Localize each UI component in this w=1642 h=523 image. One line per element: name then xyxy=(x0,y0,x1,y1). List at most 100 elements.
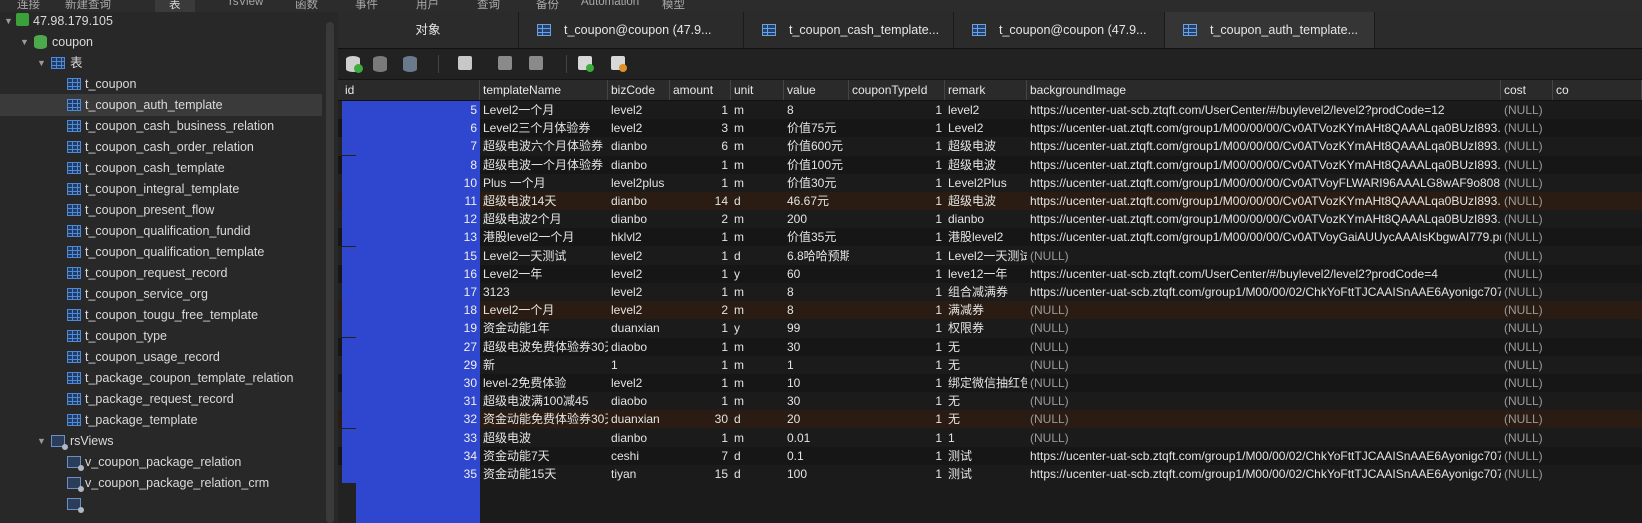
cell-templateName[interactable]: 超级电波满100减45 xyxy=(480,392,608,410)
cell-bizCode[interactable]: 1 xyxy=(608,356,670,374)
cell-couponTypeId[interactable]: 1 xyxy=(849,319,945,337)
cell-templateName[interactable]: Level2一天测试 xyxy=(480,247,608,265)
cell-amount[interactable]: 1 xyxy=(670,356,731,374)
cell-backgroundImage[interactable]: https://ucenter-uat.ztqft.com/group1/M00… xyxy=(1027,137,1501,155)
table-row[interactable]: 31 超级电波满100减45 diaobo 1 m 30 1 无 (NULL) (NULL) xyxy=(338,392,1642,411)
cell-unit[interactable]: m xyxy=(731,429,784,447)
cell-couponTypeId[interactable]: 1 xyxy=(849,192,945,210)
cell-cost[interactable]: (NULL) xyxy=(1501,228,1553,246)
tab-1[interactable]: t_coupon@coupon (47.9... xyxy=(519,12,744,48)
cell-amount[interactable]: 1 xyxy=(670,374,731,392)
menu-item-2[interactable]: 表 xyxy=(155,0,195,12)
cell-unit[interactable]: m xyxy=(731,283,784,301)
cell-unit[interactable]: d xyxy=(731,192,784,210)
cell-unit[interactable]: m xyxy=(731,174,784,192)
sidebar-view-v_coupon_package_relation_crm[interactable]: v_coupon_package_relation_crm xyxy=(0,472,322,494)
table-row[interactable]: 35 资金动能15天 tiyan 15 d 100 1 测试 https://ucenter-u… xyxy=(338,465,1642,483)
cell-backgroundImage[interactable]: (NULL) xyxy=(1027,392,1501,410)
cell-cost[interactable]: (NULL) xyxy=(1501,410,1553,428)
cell-templateName[interactable]: 超级电波 xyxy=(480,429,608,447)
cell-couponTypeId[interactable]: 1 xyxy=(849,137,945,155)
cell-value[interactable]: 10 xyxy=(784,374,849,392)
cell-bizCode[interactable]: level2 xyxy=(608,247,670,265)
cell-id[interactable]: 30 xyxy=(342,374,480,392)
cell-bizCode[interactable]: hklvl2 xyxy=(608,228,670,246)
cell-unit[interactable]: y xyxy=(731,319,784,337)
cell-backgroundImage[interactable]: https://ucenter-uat-scb.ztqft.com/group1… xyxy=(1027,447,1501,465)
column-header-backgroundImage[interactable]: backgroundImage xyxy=(1027,80,1501,100)
table-row[interactable]: 27 超级电波免费体验券30天 diaobo 1 m 30 1 无 (NULL) (NULL) xyxy=(338,337,1642,356)
cell-cost[interactable]: (NULL) xyxy=(1501,210,1553,228)
cell-remark[interactable]: 无 xyxy=(945,410,1027,428)
table-row[interactable]: 18 Level2一个月 level2 2 m 8 1 满减券 (NULL) (NULL) xyxy=(338,301,1642,320)
cell-id[interactable]: 18 xyxy=(342,301,480,320)
cell-cost[interactable]: (NULL) xyxy=(1501,338,1553,356)
cell-couponTypeId[interactable]: 1 xyxy=(849,374,945,392)
menu-item-1[interactable]: 新建查询 xyxy=(65,0,111,12)
cell-remark[interactable]: 组合减满券 xyxy=(945,283,1027,301)
cell-remark[interactable]: leve12一年 xyxy=(945,265,1027,283)
cell-value[interactable]: 价值75元 xyxy=(784,119,849,137)
sidebar-table-t_coupon_usage_record[interactable]: t_coupon_usage_record xyxy=(0,346,322,368)
cell-id[interactable]: 6 xyxy=(342,119,480,138)
cell-couponTypeId[interactable]: 1 xyxy=(849,210,945,228)
table-row[interactable]: 19 资金动能1年 duanxian 1 y 99 1 权限券 (NULL) (NULL) xyxy=(338,319,1642,338)
table-row[interactable]: 15 Level2一天测试 level2 1 d 6.8哈哈预期 1 Level2一天测试 (N… xyxy=(338,246,1642,265)
cell-bizCode[interactable]: duanxian xyxy=(608,410,670,428)
cell-id[interactable]: 13 xyxy=(342,228,480,247)
cell-templateName[interactable]: 资金动能1年 xyxy=(480,319,608,337)
cell-amount[interactable]: 2 xyxy=(670,301,731,319)
sidebar-table-t_coupon_qualification_template[interactable]: t_coupon_qualification_template xyxy=(0,241,322,263)
sidebar-view-v_coupon_package_relation[interactable]: v_coupon_package_relation xyxy=(0,451,322,473)
tree-database[interactable]: ▼ coupon xyxy=(0,31,322,53)
cell-value[interactable]: 1 xyxy=(784,356,849,374)
sort-icon[interactable] xyxy=(526,54,548,74)
sidebar-table-t_coupon_auth_template[interactable]: t_coupon_auth_template xyxy=(0,94,322,116)
cell-unit[interactable]: d xyxy=(731,247,784,265)
cell-amount[interactable]: 30 xyxy=(670,410,731,428)
cell-backgroundImage[interactable]: https://ucenter-uat.ztqft.com/group1/M00… xyxy=(1027,210,1501,228)
cell-backgroundImage[interactable]: https://ucenter-uat.ztqft.com/group1/M00… xyxy=(1027,156,1501,174)
table-row[interactable]: 8 超级电波一个月体验券 dianbo 1 m 价值100元 1 超级电波 https://uc… xyxy=(338,155,1642,174)
cell-id[interactable]: 7 xyxy=(342,137,480,156)
cell-backgroundImage[interactable]: (NULL) xyxy=(1027,429,1501,447)
cell-bizCode[interactable]: diaobo xyxy=(608,392,670,410)
sidebar-table-t_package_request_record[interactable]: t_package_request_record xyxy=(0,388,322,410)
cell-remark[interactable]: 1 xyxy=(945,429,1027,447)
cell-value[interactable]: 价值30元 xyxy=(784,174,849,192)
cell-couponTypeId[interactable]: 1 xyxy=(849,338,945,356)
tab-4[interactable]: t_coupon_auth_template... xyxy=(1165,12,1375,48)
cell-amount[interactable]: 1 xyxy=(670,283,731,301)
column-header-couponTypeId[interactable]: couponTypeId xyxy=(849,80,945,100)
cell-id[interactable]: 17 xyxy=(342,283,480,301)
cell-id[interactable]: 32 xyxy=(342,410,480,429)
expand-triangle-icon[interactable]: ▼ xyxy=(4,12,13,32)
cell-bizCode[interactable]: dianbo xyxy=(608,137,670,155)
tree-tables-folder[interactable]: ▼ 表 xyxy=(0,52,322,74)
cell-couponTypeId[interactable]: 1 xyxy=(849,392,945,410)
cell-remark[interactable]: 满减券 xyxy=(945,301,1027,319)
cell-unit[interactable]: m xyxy=(731,374,784,392)
cell-unit[interactable]: d xyxy=(731,447,784,465)
cell-remark[interactable]: 无 xyxy=(945,356,1027,374)
cell-backgroundImage[interactable]: https://ucenter-uat-scb.ztqft.com/group1… xyxy=(1027,283,1501,301)
cell-couponTypeId[interactable]: 1 xyxy=(849,228,945,246)
cell-remark[interactable]: dianbo xyxy=(945,210,1027,228)
cell-couponTypeId[interactable]: 1 xyxy=(849,119,945,137)
sidebar-table-t_coupon_qualification_fundid[interactable]: t_coupon_qualification_fundid xyxy=(0,220,322,242)
cell-backgroundImage[interactable]: (NULL) xyxy=(1027,338,1501,356)
cell-couponTypeId[interactable]: 1 xyxy=(849,465,945,483)
table-row[interactable]: 11 超级电波14天 dianbo 14 d 46.67元 1 超级电波 https://uce… xyxy=(338,192,1642,210)
cell-amount[interactable]: 1 xyxy=(670,319,731,337)
cell-unit[interactable]: d xyxy=(731,465,784,483)
expand-triangle-icon[interactable]: ▼ xyxy=(37,52,46,74)
cell-value[interactable]: 30 xyxy=(784,392,849,410)
cell-cost[interactable]: (NULL) xyxy=(1501,319,1553,337)
cell-unit[interactable]: y xyxy=(731,265,784,283)
cell-amount[interactable]: 1 xyxy=(670,156,731,174)
sidebar-table-t_coupon[interactable]: t_coupon xyxy=(0,73,322,95)
menu-item-5[interactable]: 事件 xyxy=(355,0,378,12)
table-row[interactable]: 16 Level2一年 level2 1 y 60 1 leve12一年 https://uce… xyxy=(338,264,1642,283)
cell-templateName[interactable]: 资金动能免费体验券30天 xyxy=(480,410,608,428)
table-row[interactable]: 32 资金动能免费体验券30天 duanxian 30 d 20 1 无 (NULL) (NULL… xyxy=(338,410,1642,429)
